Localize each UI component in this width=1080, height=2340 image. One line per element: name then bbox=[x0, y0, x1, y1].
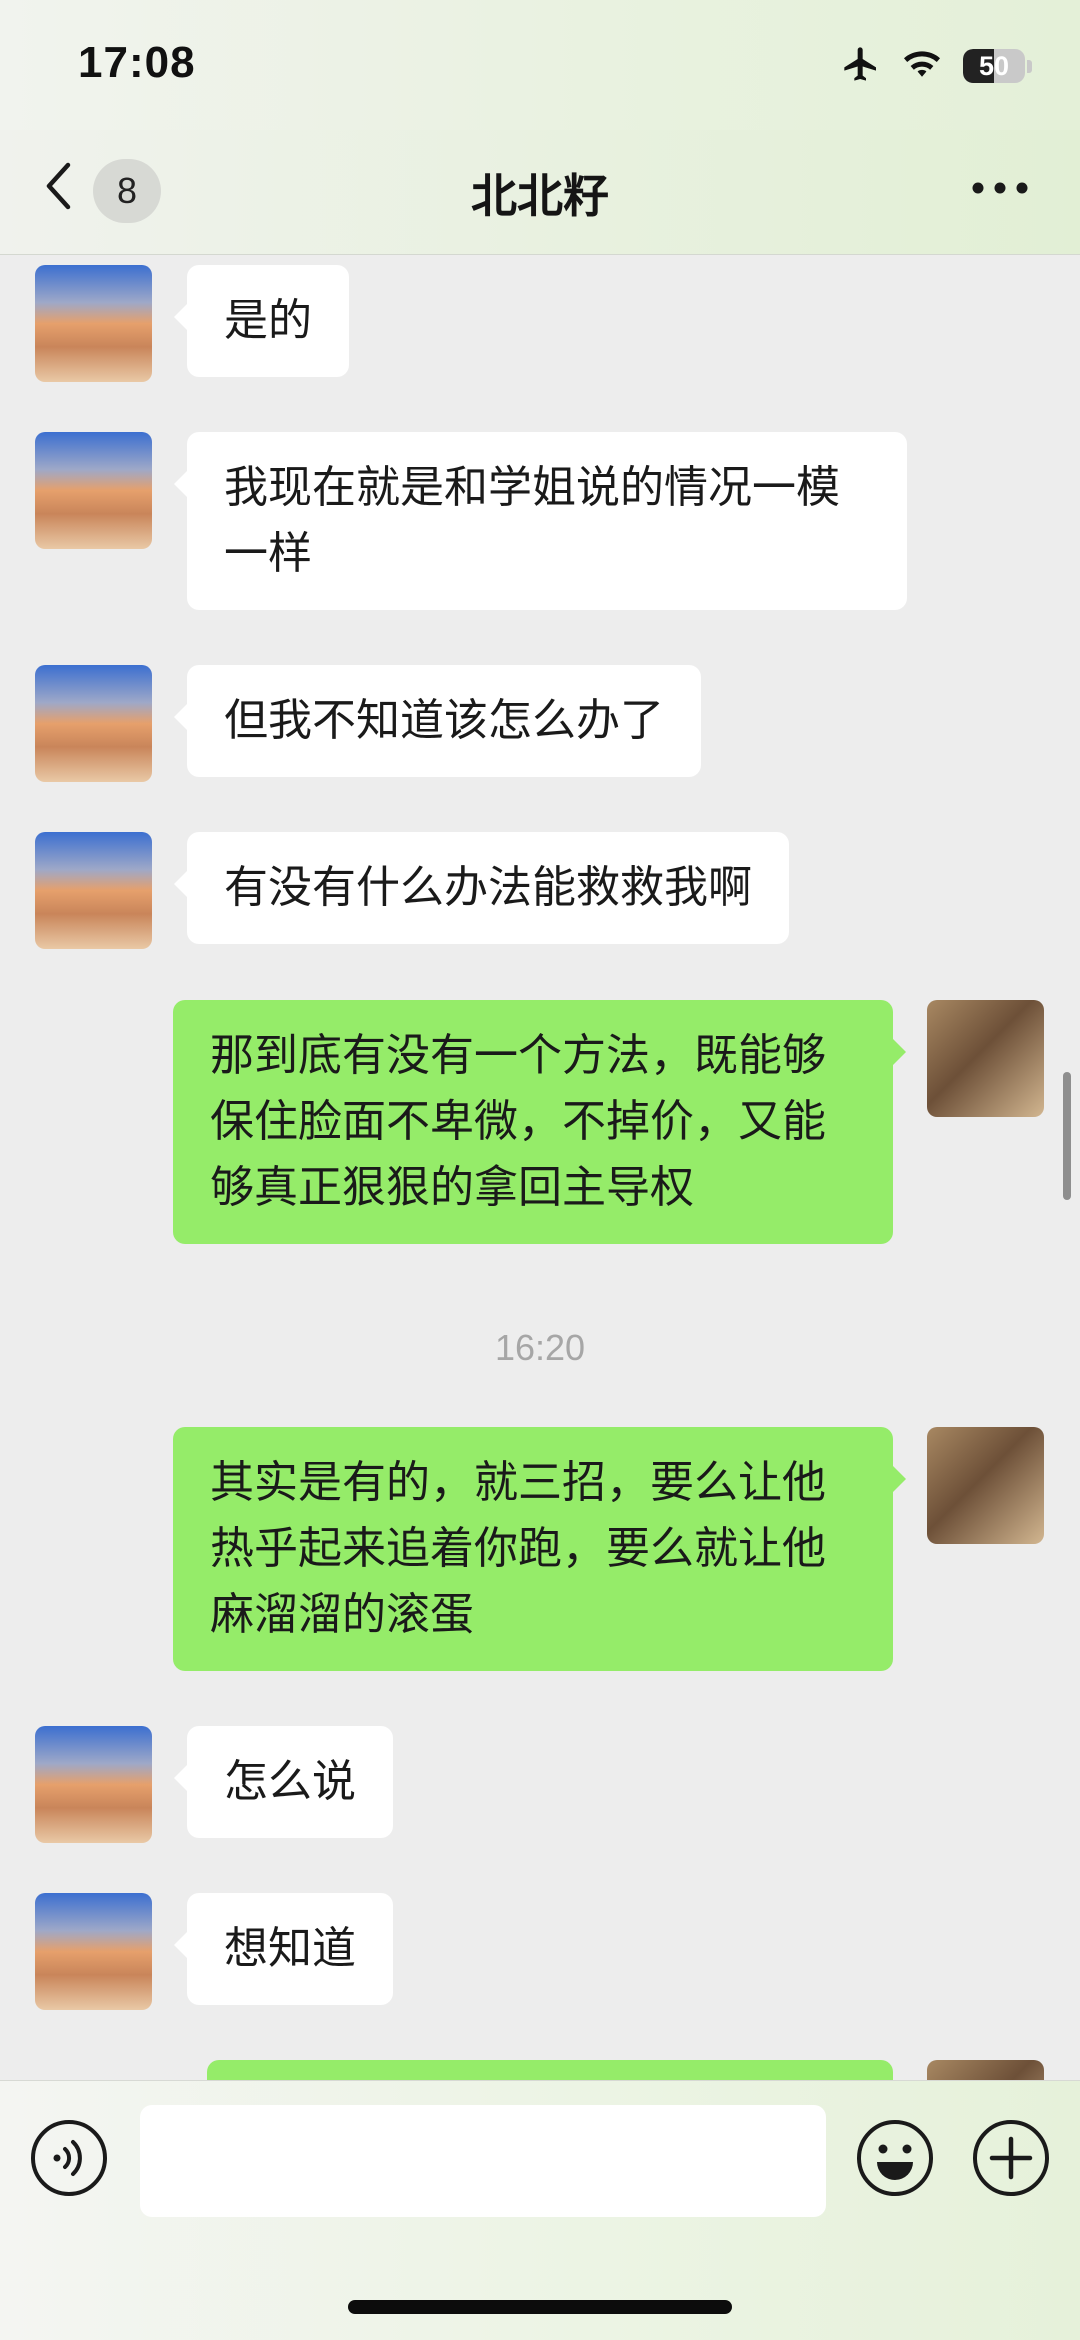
message-bubble-received[interactable]: 但我不知道该怎么办了 bbox=[174, 665, 701, 777]
back-button[interactable] bbox=[36, 158, 80, 218]
message-bubble-received[interactable]: 怎么说 bbox=[174, 1726, 393, 1838]
contact-avatar[interactable] bbox=[35, 665, 152, 782]
contact-avatar[interactable] bbox=[35, 432, 152, 549]
status-time: 17:08 bbox=[78, 38, 196, 87]
message-bubble-received[interactable]: 我现在就是和学姐说的情况一模一样 bbox=[174, 432, 907, 610]
scrollbar[interactable] bbox=[1063, 1072, 1071, 1200]
message-bubble-received[interactable]: 有没有什么办法能救救我啊 bbox=[174, 832, 789, 944]
self-avatar[interactable] bbox=[927, 1427, 1044, 1544]
status-bar: 17:08 50 bbox=[0, 0, 1080, 130]
self-avatar[interactable] bbox=[927, 2060, 1044, 2080]
message-bubble-received[interactable]: 想知道 bbox=[174, 1893, 393, 2005]
message-bubble-sent[interactable]: 其实是有的，就三招，要么让他热乎起来追着你跑，要么就让他麻溜溜的滚蛋 bbox=[173, 1427, 906, 1671]
input-bar bbox=[0, 2080, 1080, 2340]
message-bubble-received[interactable]: 是的 bbox=[174, 265, 349, 377]
battery-tip bbox=[1027, 59, 1032, 73]
ellipsis-icon bbox=[971, 180, 1029, 199]
chat-header: 8 北北籽 bbox=[0, 130, 1080, 255]
more-button[interactable] bbox=[970, 174, 1030, 204]
message-list[interactable]: 是的 我现在就是和学姐说的情况一模一样 但我不知道该怎么办了 有没有什么办法能救… bbox=[0, 255, 1080, 2080]
message-input[interactable] bbox=[140, 2105, 826, 2217]
battery-icon: 50 bbox=[963, 49, 1025, 83]
chevron-left-icon bbox=[44, 161, 72, 215]
voice-icon bbox=[30, 2119, 108, 2201]
message-bubble-sent[interactable] bbox=[207, 2060, 893, 2080]
unread-count-badge[interactable]: 8 bbox=[93, 159, 161, 223]
message-bubble-sent[interactable]: 那到底有没有一个方法，既能够保住脸面不卑微，不掉价，又能够真正狠狠的拿回主导权 bbox=[173, 1000, 906, 1244]
message-timestamp: 16:20 bbox=[494, 1327, 586, 1368]
chat-title: 北北籽 bbox=[471, 169, 609, 223]
contact-avatar[interactable] bbox=[35, 832, 152, 949]
contact-avatar[interactable] bbox=[35, 1893, 152, 2010]
plus-icon bbox=[972, 2119, 1050, 2201]
status-icons: 50 bbox=[841, 44, 1032, 88]
voice-button[interactable] bbox=[30, 2119, 108, 2201]
wifi-icon bbox=[901, 47, 943, 85]
emoji-icon bbox=[856, 2119, 934, 2201]
emoji-button[interactable] bbox=[856, 2119, 934, 2201]
more-functions-button[interactable] bbox=[972, 2119, 1050, 2201]
contact-avatar[interactable] bbox=[35, 1726, 152, 1843]
home-indicator[interactable] bbox=[348, 2300, 732, 2314]
battery-level: 50 bbox=[978, 50, 1010, 81]
contact-avatar[interactable] bbox=[35, 265, 152, 382]
airplane-icon bbox=[841, 44, 881, 88]
self-avatar[interactable] bbox=[927, 1000, 1044, 1117]
